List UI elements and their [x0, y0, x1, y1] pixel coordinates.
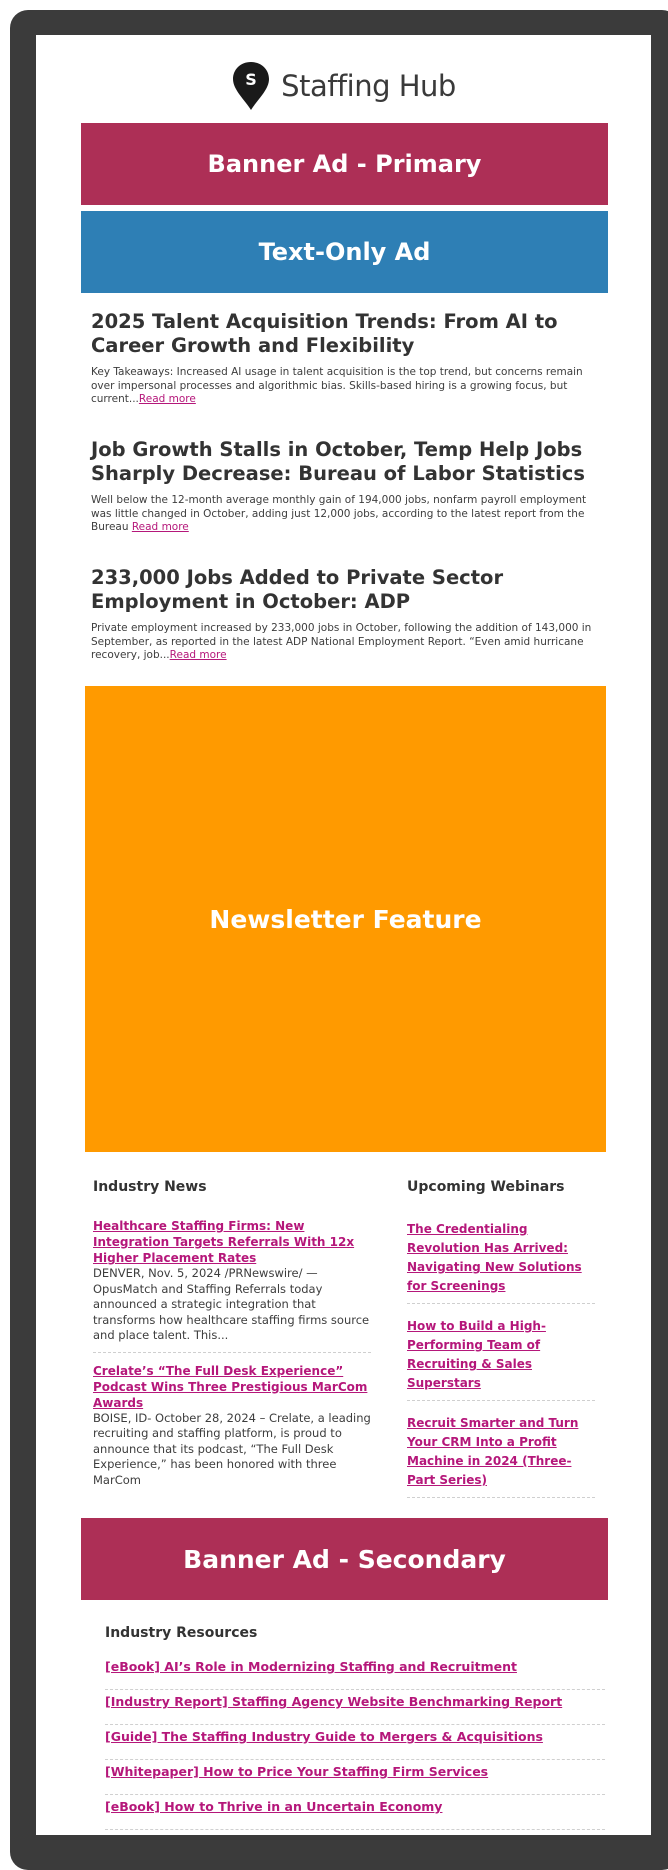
- read-more-link[interactable]: Read more: [132, 521, 189, 533]
- resources-heading: Industry Resources: [105, 1625, 258, 1641]
- article-excerpt: Private employment increased by 233,000 …: [91, 622, 592, 661]
- resource-item: [Whitepaper] How to Price Your Staffing …: [105, 1760, 605, 1795]
- article: 2025 Talent Acquisition Trends: From AI …: [91, 310, 601, 407]
- industry-news-heading: Industry News: [93, 1179, 207, 1195]
- news-item: Crelate’s “The Full Desk Experience” Pod…: [93, 1363, 371, 1497]
- resource-link[interactable]: [Industry Report] Staffing Agency Websit…: [105, 1694, 562, 1709]
- resource-item: [Guide] The Staffing Industry Guide to M…: [105, 1725, 605, 1760]
- text-only-ad[interactable]: Text-Only Ad: [81, 211, 608, 293]
- resource-link[interactable]: [Guide] The Staffing Industry Guide to M…: [105, 1729, 543, 1744]
- webinar-item: Recruit Smarter and Turn Your CRM Into a…: [407, 1412, 595, 1498]
- newsletter-page: S Staffing Hub Banner Ad - Primary Text-…: [36, 35, 651, 1835]
- news-body: DENVER, Nov. 5, 2024 /PRNewswire/ — Opus…: [93, 1266, 370, 1342]
- logo[interactable]: S Staffing Hub: [36, 57, 651, 115]
- resource-item: [Industry Report] Staffing Agency Websit…: [105, 1690, 605, 1725]
- resource-link[interactable]: [eBook] How to Thrive in an Uncertain Ec…: [105, 1799, 442, 1814]
- webinars-heading: Upcoming Webinars: [407, 1179, 565, 1195]
- read-more-link[interactable]: Read more: [170, 649, 227, 661]
- industry-news-list: Healthcare Staffing Firms: New Integrati…: [93, 1218, 371, 1506]
- webinar-item: The Credentialing Revolution Has Arrived…: [407, 1218, 595, 1304]
- brand-name: Staffing Hub: [281, 69, 456, 103]
- resource-item: [eBook] AI’s Role in Modernizing Staffin…: [105, 1655, 605, 1690]
- webinars-list: The Credentialing Revolution Has Arrived…: [407, 1218, 595, 1509]
- webinar-link[interactable]: Recruit Smarter and Turn Your CRM Into a…: [407, 1416, 578, 1487]
- logo-letter: S: [245, 70, 257, 89]
- resource-link[interactable]: [eBook] AI’s Role in Modernizing Staffin…: [105, 1659, 517, 1674]
- read-more-link[interactable]: Read more: [139, 393, 196, 405]
- webinar-link[interactable]: How to Build a High-Performing Team of R…: [407, 1319, 546, 1390]
- article: 233,000 Jobs Added to Private Sector Emp…: [91, 566, 601, 663]
- article-excerpt: Well below the 12-month average monthly …: [91, 494, 587, 533]
- news-title-link[interactable]: Healthcare Staffing Firms: New Integrati…: [93, 1218, 371, 1266]
- article-title[interactable]: 2025 Talent Acquisition Trends: From AI …: [91, 310, 601, 358]
- article-title[interactable]: 233,000 Jobs Added to Private Sector Emp…: [91, 566, 601, 614]
- map-pin-logo-icon: S: [233, 62, 270, 110]
- article-excerpt: Key Takeaways: Increased AI usage in tal…: [91, 366, 583, 405]
- news-item: Healthcare Staffing Firms: New Integrati…: [93, 1218, 371, 1353]
- article-title[interactable]: Job Growth Stalls in October, Temp Help …: [91, 438, 601, 486]
- banner-ad-secondary[interactable]: Banner Ad - Secondary: [81, 1518, 608, 1600]
- webinar-item: How to Build a High-Performing Team of R…: [407, 1315, 595, 1401]
- newsletter-feature[interactable]: Newsletter Feature: [85, 686, 606, 1152]
- webinar-link[interactable]: The Credentialing Revolution Has Arrived…: [407, 1222, 582, 1293]
- industry-resources: Industry Resources [eBook] AI’s Role in …: [105, 1625, 605, 1830]
- article: Job Growth Stalls in October, Temp Help …: [91, 438, 601, 535]
- banner-ad-primary[interactable]: Banner Ad - Primary: [81, 123, 608, 205]
- resource-link[interactable]: [Whitepaper] How to Price Your Staffing …: [105, 1764, 488, 1779]
- news-title-link[interactable]: Crelate’s “The Full Desk Experience” Pod…: [93, 1363, 371, 1411]
- resource-item: [eBook] How to Thrive in an Uncertain Ec…: [105, 1795, 605, 1830]
- news-body: BOISE, ID- October 28, 2024 – Crelate, a…: [93, 1410, 371, 1487]
